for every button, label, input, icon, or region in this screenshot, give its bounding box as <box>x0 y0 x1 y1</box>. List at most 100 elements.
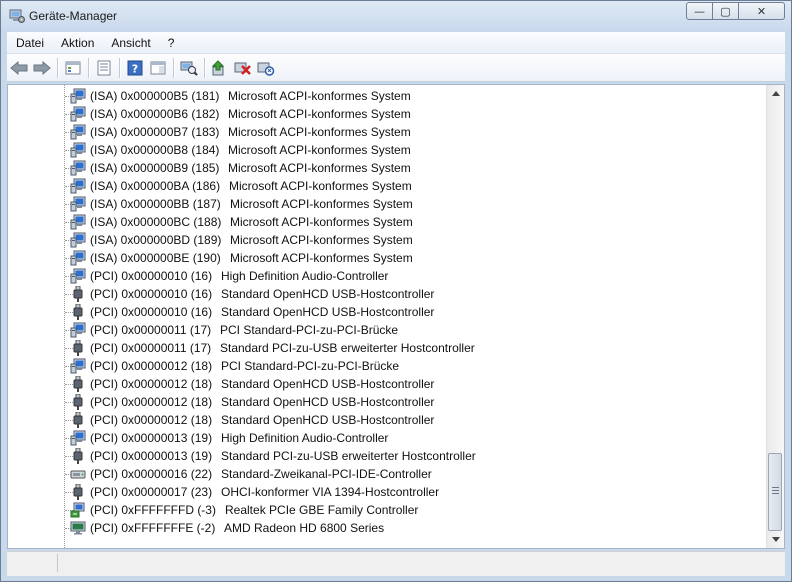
device-row[interactable]: (PCI) 0x00000013 (19) High Definition Aud… <box>8 429 768 447</box>
device-row[interactable]: (ISA) 0x000000BC (188) Microsoft ACPI-kon… <box>8 213 768 231</box>
toolbar-separator <box>204 57 205 78</box>
device-view-icon <box>65 61 81 74</box>
menu-aktion[interactable]: Aktion <box>52 36 102 50</box>
forward-button[interactable] <box>31 57 53 79</box>
scan-hardware-button[interactable] <box>178 57 200 79</box>
window-title: Geräte-Manager <box>29 9 118 23</box>
device-name: Standard OpenHCD USB-Hostcontroller <box>221 305 435 319</box>
panel-button[interactable] <box>147 57 169 79</box>
update-driver-icon <box>211 59 225 75</box>
system-device-icon <box>70 268 86 284</box>
usb-device-icon <box>70 285 86 302</box>
device-tree: (ISA) 0x000000B5 (181) Microsoft ACPI-kon… <box>8 85 768 548</box>
status-pane <box>7 554 58 572</box>
irq-resource: (ISA) 0x000000B6 (182) <box>90 107 220 121</box>
device-row[interactable]: (PCI) 0x00000011 (17) Standard PCI-zu-USB… <box>8 339 768 357</box>
system-device-icon <box>70 88 86 104</box>
device-row[interactable]: (PCI) 0x00000012 (18) PCI Standard-PCI-zu… <box>8 357 768 375</box>
usb-device-icon <box>70 303 86 320</box>
device-tree-panel: (ISA) 0x000000B5 (181) Microsoft ACPI-kon… <box>7 84 785 549</box>
device-row[interactable]: (PCI) 0x00000012 (18) Standard OpenHCD US… <box>8 375 768 393</box>
menu-ansicht[interactable]: Ansicht <box>102 36 158 50</box>
device-row[interactable]: (PCI) 0x00000012 (18) Standard OpenHCD US… <box>8 411 768 429</box>
device-name: Microsoft ACPI-konformes System <box>228 125 411 139</box>
device-name: Standard PCI-zu-USB erweiterter Hostcont… <box>220 341 475 355</box>
device-row[interactable]: (ISA) 0x000000B8 (184) Microsoft ACPI-kon… <box>8 141 768 159</box>
device-row[interactable]: (PCI) 0xFFFFFFFD (-3) Realtek PCIe GBE Fa… <box>8 501 768 519</box>
properties-button[interactable] <box>93 57 115 79</box>
device-row[interactable]: (ISA) 0x000000BA (186) Microsoft ACPI-kon… <box>8 177 768 195</box>
device-row[interactable]: (PCI) 0x00000012 (18) Standard OpenHCD US… <box>8 393 768 411</box>
close-button[interactable]: ✕ <box>739 2 785 20</box>
device-row[interactable]: (PCI) 0x00000010 (16) High Definition Aud… <box>8 267 768 285</box>
minimize-button[interactable]: — <box>686 2 713 20</box>
uninstall-button[interactable] <box>232 57 254 79</box>
device-name: Microsoft ACPI-konformes System <box>229 179 412 193</box>
thumb-grip <box>772 493 779 494</box>
title-bar[interactable]: Geräte-Manager — ▢ ✕ <box>1 1 791 31</box>
irq-resource: (PCI) 0xFFFFFFFD (-3) <box>90 503 216 517</box>
disable-button[interactable] <box>255 57 277 79</box>
scroll-thumb[interactable] <box>768 453 782 531</box>
device-name: Standard OpenHCD USB-Hostcontroller <box>221 413 435 427</box>
system-device-icon <box>70 214 86 230</box>
usb-device-icon <box>70 339 86 356</box>
device-row[interactable]: (ISA) 0x000000B7 (183) Microsoft ACPI-kon… <box>8 123 768 141</box>
menu-help[interactable]: ? <box>159 36 183 50</box>
irq-resource: (PCI) 0x00000012 (18) <box>90 359 213 373</box>
device-row[interactable]: (ISA) 0x000000BB (187) Microsoft ACPI-kon… <box>8 195 768 213</box>
device-row[interactable]: (ISA) 0x000000B5 (181) Microsoft ACPI-kon… <box>8 87 768 105</box>
toolbar-separator <box>119 57 120 78</box>
irq-resource: (ISA) 0x000000B8 (184) <box>90 143 220 157</box>
device-row[interactable]: (PCI) 0x00000013 (19) Standard PCI-zu-USB… <box>8 447 768 465</box>
maximize-button[interactable]: ▢ <box>713 2 739 20</box>
toolbar-separator <box>88 57 89 78</box>
device-name: Microsoft ACPI-konformes System <box>228 143 411 157</box>
system-device-icon <box>70 106 86 122</box>
device-row[interactable]: (PCI) 0x00000011 (17) PCI Standard-PCI-zu… <box>8 321 768 339</box>
device-name: Standard-Zweikanal-PCI-IDE-Controller <box>221 467 432 481</box>
update-driver-button[interactable] <box>209 57 231 79</box>
irq-resource: (PCI) 0x00000010 (16) <box>90 269 213 283</box>
irq-resource: (PCI) 0x00000010 (16) <box>90 287 213 301</box>
back-icon <box>10 60 28 75</box>
toolbar-separator <box>173 57 174 78</box>
irq-resource: (PCI) 0x00000017 (23) <box>90 485 213 499</box>
usb-device-icon <box>70 447 86 464</box>
irq-resource: (PCI) 0x00000012 (18) <box>90 377 213 391</box>
ide-device-icon <box>70 466 86 482</box>
system-device-icon <box>70 232 86 248</box>
device-row[interactable]: (PCI) 0x00000016 (22) Standard-Zweikanal-… <box>8 465 768 483</box>
device-row[interactable]: (ISA) 0x000000B9 (185) Microsoft ACPI-kon… <box>8 159 768 177</box>
device-name: Standard OpenHCD USB-Hostcontroller <box>221 377 435 391</box>
device-row[interactable]: (PCI) 0x00000010 (16) Standard OpenHCD US… <box>8 285 768 303</box>
menu-datei[interactable]: Datei <box>7 36 52 50</box>
usb-device-icon <box>70 483 86 500</box>
back-button[interactable] <box>8 57 30 79</box>
device-row[interactable]: (ISA) 0x000000BE (190) Microsoft ACPI-kon… <box>8 249 768 267</box>
irq-resource: (ISA) 0x000000BC (188) <box>90 215 222 229</box>
irq-resource: (ISA) 0x000000B5 (181) <box>90 89 220 103</box>
device-row[interactable]: (PCI) 0xFFFFFFFE (-2) AMD Radeon HD 6800 … <box>8 519 768 537</box>
forward-icon <box>33 60 51 75</box>
system-device-icon <box>70 124 86 140</box>
help-button[interactable]: ? <box>124 57 146 79</box>
irq-resource: (PCI) 0x00000011 (17) <box>90 323 212 337</box>
vertical-scrollbar[interactable] <box>766 85 784 548</box>
device-view-button[interactable] <box>62 57 84 79</box>
device-row[interactable]: (ISA) 0x000000B6 (182) Microsoft ACPI-kon… <box>8 105 768 123</box>
device-name: OHCI-konformer VIA 1394-Hostcontroller <box>221 485 440 499</box>
system-device-icon <box>70 322 86 338</box>
irq-resource: (PCI) 0x00000013 (19) <box>90 431 213 445</box>
device-row[interactable]: (ISA) 0x000000BD (189) Microsoft ACPI-kon… <box>8 231 768 249</box>
device-row[interactable]: (PCI) 0x00000017 (23) OHCI-konformer VIA … <box>8 483 768 501</box>
usb-device-icon <box>70 411 86 428</box>
irq-resource: (PCI) 0x00000012 (18) <box>90 413 213 427</box>
scroll-up-button[interactable] <box>767 85 784 102</box>
device-name: AMD Radeon HD 6800 Series <box>224 521 385 535</box>
irq-resource: (ISA) 0x000000BB (187) <box>90 197 221 211</box>
scroll-down-button[interactable] <box>767 531 784 548</box>
system-device-icon <box>70 160 86 176</box>
device-row[interactable]: (PCI) 0x00000010 (16) Standard OpenHCD US… <box>8 303 768 321</box>
device-name: Microsoft ACPI-konformes System <box>228 161 411 175</box>
